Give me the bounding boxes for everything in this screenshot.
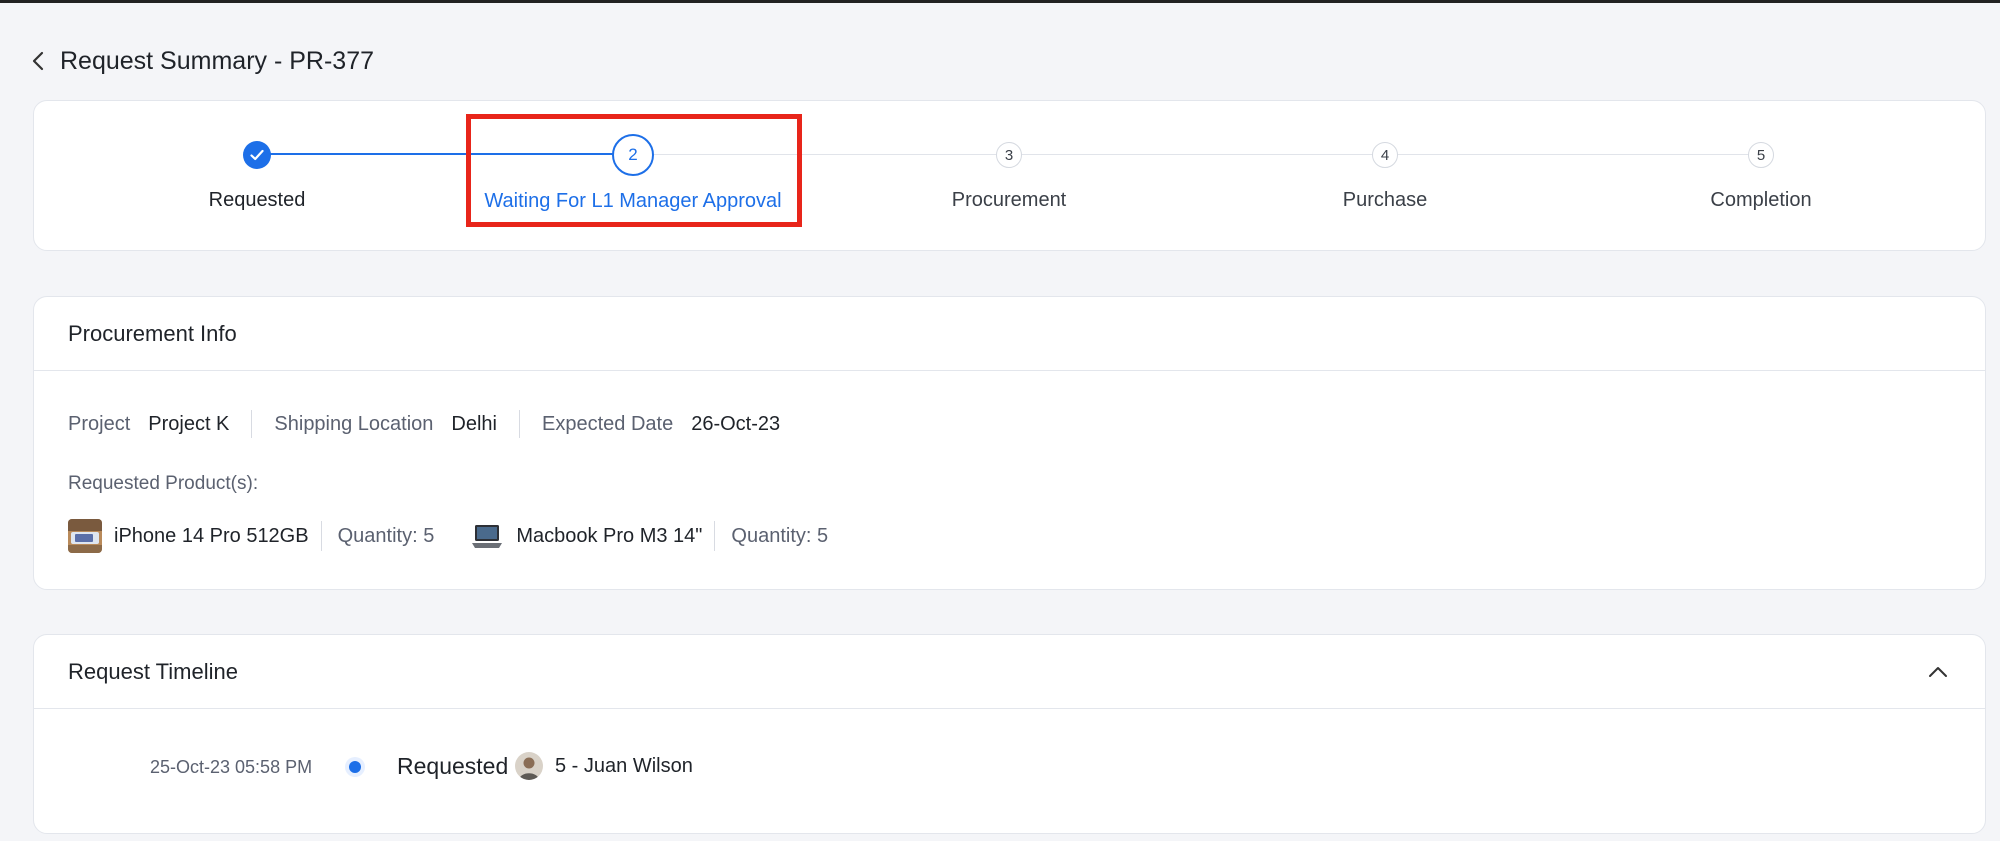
divider — [320, 521, 322, 551]
product-quantity: Quantity: 5 — [337, 524, 435, 547]
card-title: Request Timeline — [34, 635, 1985, 709]
step-circle-pending: 3 — [996, 142, 1022, 168]
highlight-annotation — [466, 114, 802, 227]
products-list: iPhone 14 Pro 512GB Quantity: 5 Macbook … — [68, 519, 828, 553]
shipping-location-label: Shipping Location — [274, 412, 434, 435]
check-icon — [250, 149, 264, 161]
step-circle-pending: 4 — [1372, 142, 1398, 168]
avatar — [515, 752, 543, 780]
procurement-info-card: Procurement Info Project Project K Shipp… — [33, 296, 1986, 590]
macbook-thumbnail — [470, 519, 505, 553]
timeline-status: Requested — [397, 753, 509, 779]
step-label: Procurement — [951, 189, 1067, 211]
expected-date-label: Expected Date — [542, 412, 674, 435]
step-label: Requested — [208, 189, 306, 211]
progress-stepper — [33, 100, 1986, 251]
product-quantity: Quantity: 5 — [731, 524, 829, 547]
page-title: Request Summary - PR-377 — [60, 46, 375, 75]
back-chevron-icon[interactable] — [32, 49, 50, 73]
products-label: Requested Product(s): — [68, 473, 259, 494]
page-header: Request Summary - PR-377 — [32, 44, 374, 78]
step-number: 4 — [1380, 146, 1390, 164]
step-label: Purchase — [1342, 189, 1428, 211]
step-circle-done — [243, 141, 271, 169]
step-connector-pending — [633, 154, 1761, 155]
step-label: Completion — [1710, 189, 1812, 211]
timeline-dot — [349, 761, 361, 773]
request-timeline-card: Request Timeline 25-Oct-23 05:58 PM Requ… — [33, 634, 1986, 834]
divider — [714, 521, 716, 551]
divider — [519, 410, 520, 438]
top-border — [0, 0, 2000, 3]
step-circle-pending: 5 — [1748, 142, 1774, 168]
shipping-location-value: Delhi — [451, 412, 497, 435]
product-name: Macbook Pro M3 14" — [516, 524, 703, 547]
procurement-meta: Project Project K Shipping Location Delh… — [68, 409, 780, 439]
timeline-entry: 25-Oct-23 05:58 PM Requested 5 - Juan Wi… — [34, 747, 1985, 787]
timeline-date: 25-Oct-23 05:58 PM — [150, 757, 313, 777]
iphone-thumbnail — [68, 519, 102, 553]
step-number: 5 — [1756, 146, 1766, 164]
card-title: Procurement Info — [34, 297, 1985, 371]
chevron-up-icon[interactable] — [1927, 661, 1949, 683]
project-value: Project K — [148, 412, 230, 435]
timeline-user: 5 - Juan Wilson — [555, 755, 693, 777]
project-label: Project — [68, 412, 131, 435]
product-name: iPhone 14 Pro 512GB — [114, 524, 309, 547]
expected-date-value: 26-Oct-23 — [691, 412, 781, 435]
step-number: 3 — [1004, 146, 1014, 164]
divider — [251, 410, 253, 438]
